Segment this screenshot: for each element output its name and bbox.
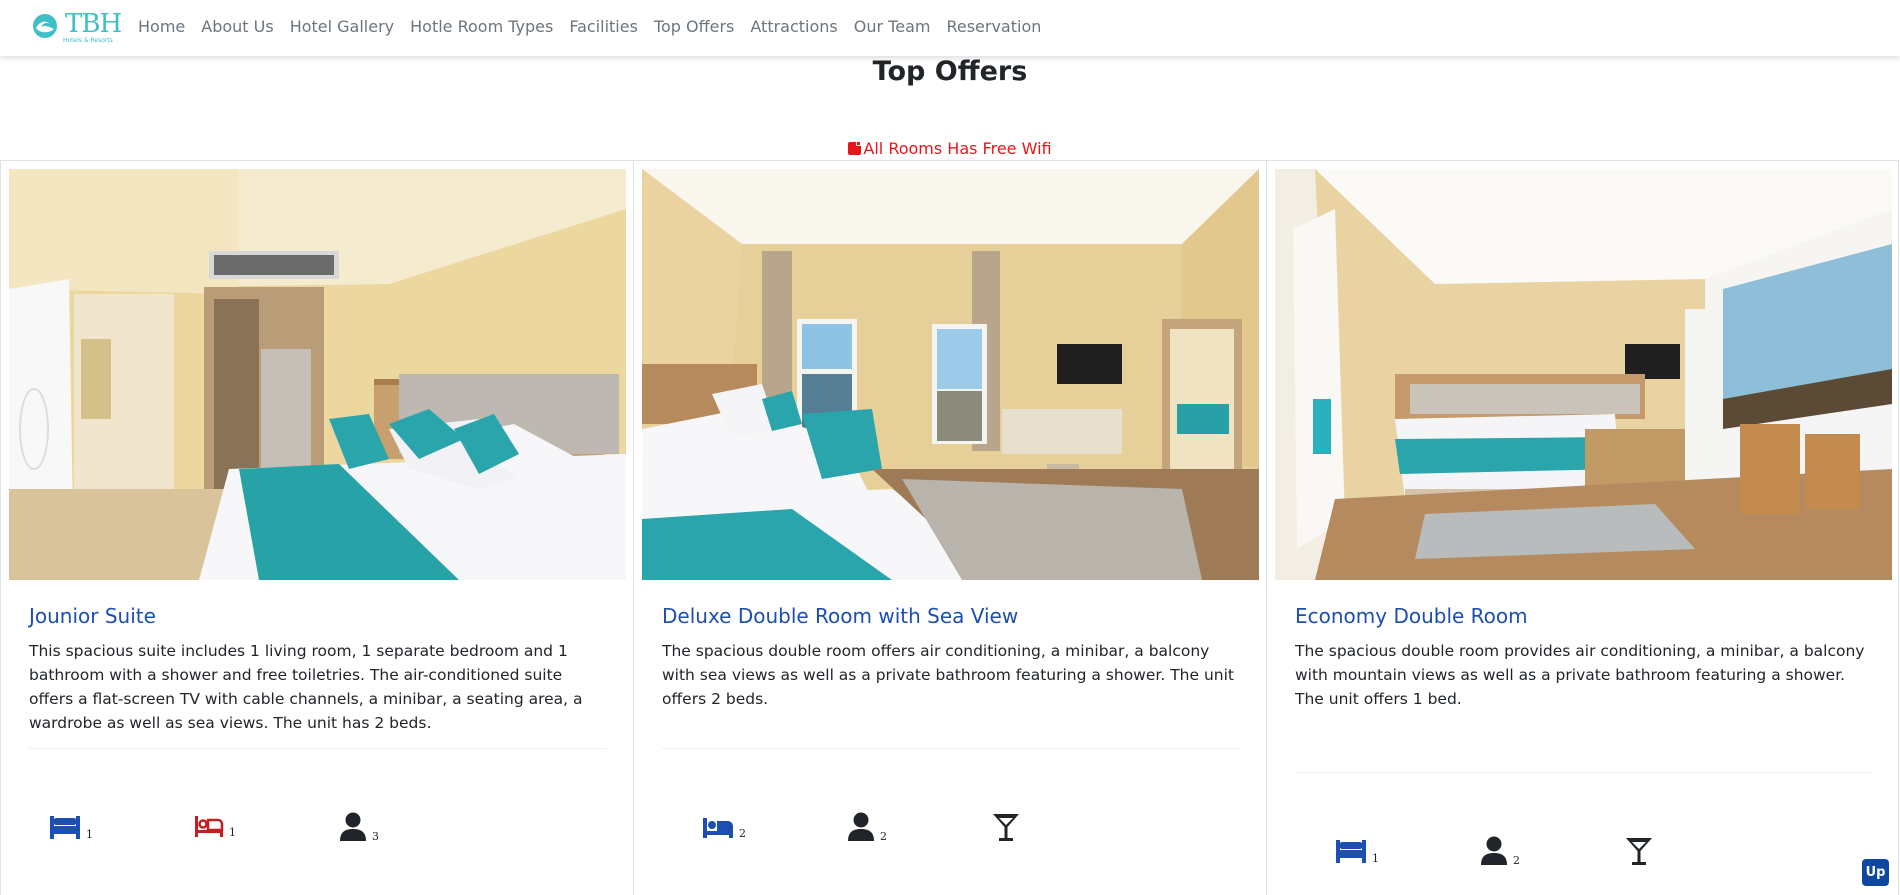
- nav-facilities[interactable]: Facilities: [561, 16, 646, 38]
- room-description: The spacious double room offers air cond…: [662, 642, 1234, 708]
- page-title: Top Offers: [872, 56, 1028, 87]
- nav-our-team[interactable]: Our Team: [846, 16, 939, 38]
- amenity-double-bed: 1: [1335, 838, 1379, 864]
- card-divider: [29, 748, 607, 749]
- nav-home[interactable]: Home: [130, 16, 193, 38]
- nav-hotel-gallery[interactable]: Hotel Gallery: [282, 16, 402, 38]
- room-card-junior-suite: Jounior Suite This spacious suite includ…: [0, 160, 633, 895]
- person-icon: [1481, 836, 1507, 865]
- double-bed-icon: [1336, 840, 1366, 863]
- room-photo: [642, 169, 1259, 580]
- scroll-up-button[interactable]: Up: [1862, 859, 1889, 886]
- amenity-single-bed: 1: [194, 814, 236, 838]
- room-photo: [9, 169, 626, 580]
- amenity-count: 1: [229, 826, 236, 839]
- amenity-double-bed: 1: [49, 814, 93, 840]
- card-divider: [662, 748, 1240, 749]
- room-title[interactable]: Deluxe Double Room with Sea View: [662, 602, 1018, 630]
- nav-about-us[interactable]: About Us: [193, 16, 281, 38]
- amenity-guests: 2: [1480, 836, 1520, 866]
- wifi-notice: All Rooms Has Free Wifi: [0, 139, 1900, 159]
- amenity-bed-person: 2: [702, 817, 746, 839]
- nav-top-offers[interactable]: Top Offers: [646, 16, 742, 38]
- wave-logo-icon: [33, 14, 57, 38]
- room-card-economy-double: Economy Double Room The spacious double …: [1266, 160, 1899, 895]
- room-card-deluxe-double: Deluxe Double Room with Sea View The spa…: [633, 160, 1266, 895]
- double-bed-icon: [50, 816, 80, 839]
- amenity-count: 1: [86, 828, 93, 841]
- amenity-guests: 3: [339, 812, 379, 842]
- amenity-minibar: [1625, 836, 1658, 866]
- brand-tagline: Hotels & Resorts: [63, 37, 113, 44]
- amenity-count: 2: [1513, 854, 1520, 867]
- brand-logo[interactable]: TBH Hotels & Resorts: [32, 9, 122, 45]
- room-description: The spacious double room provides air co…: [1295, 642, 1865, 708]
- single-bed-icon: [195, 816, 224, 837]
- room-cards: Jounior Suite This spacious suite includ…: [0, 160, 1900, 895]
- amenity-count: 3: [372, 830, 379, 843]
- cocktail-glass-icon: [1626, 838, 1652, 865]
- amenity-guests: 2: [847, 812, 887, 842]
- room-title[interactable]: Economy Double Room: [1295, 602, 1528, 630]
- amenity-count: 2: [739, 827, 746, 840]
- wifi-notice-text: All Rooms Has Free Wifi: [863, 139, 1052, 158]
- cocktail-glass-icon: [993, 814, 1019, 841]
- person-icon: [848, 812, 874, 841]
- nav-room-types[interactable]: Hotle Room Types: [402, 16, 561, 38]
- bed-with-person-icon: [703, 818, 733, 838]
- navbar: TBH Hotels & Resorts Home About Us Hotel…: [0, 0, 1900, 56]
- amenity-minibar: [992, 812, 1025, 842]
- room-photo: [1275, 169, 1892, 580]
- card-divider: [1295, 772, 1873, 773]
- amenity-count: 1: [1372, 852, 1379, 865]
- amenity-count: 2: [880, 830, 887, 843]
- room-description: This spacious suite includes 1 living ro…: [29, 642, 583, 732]
- person-icon: [340, 812, 366, 841]
- nav-reservation[interactable]: Reservation: [938, 16, 1049, 38]
- brand-name: TBH: [65, 9, 122, 39]
- wifi-notice-icon: [848, 141, 862, 155]
- room-title[interactable]: Jounior Suite: [29, 602, 156, 630]
- nav-menu: Home About Us Hotel Gallery Hotle Room T…: [130, 16, 1049, 38]
- nav-attractions[interactable]: Attractions: [742, 16, 845, 38]
